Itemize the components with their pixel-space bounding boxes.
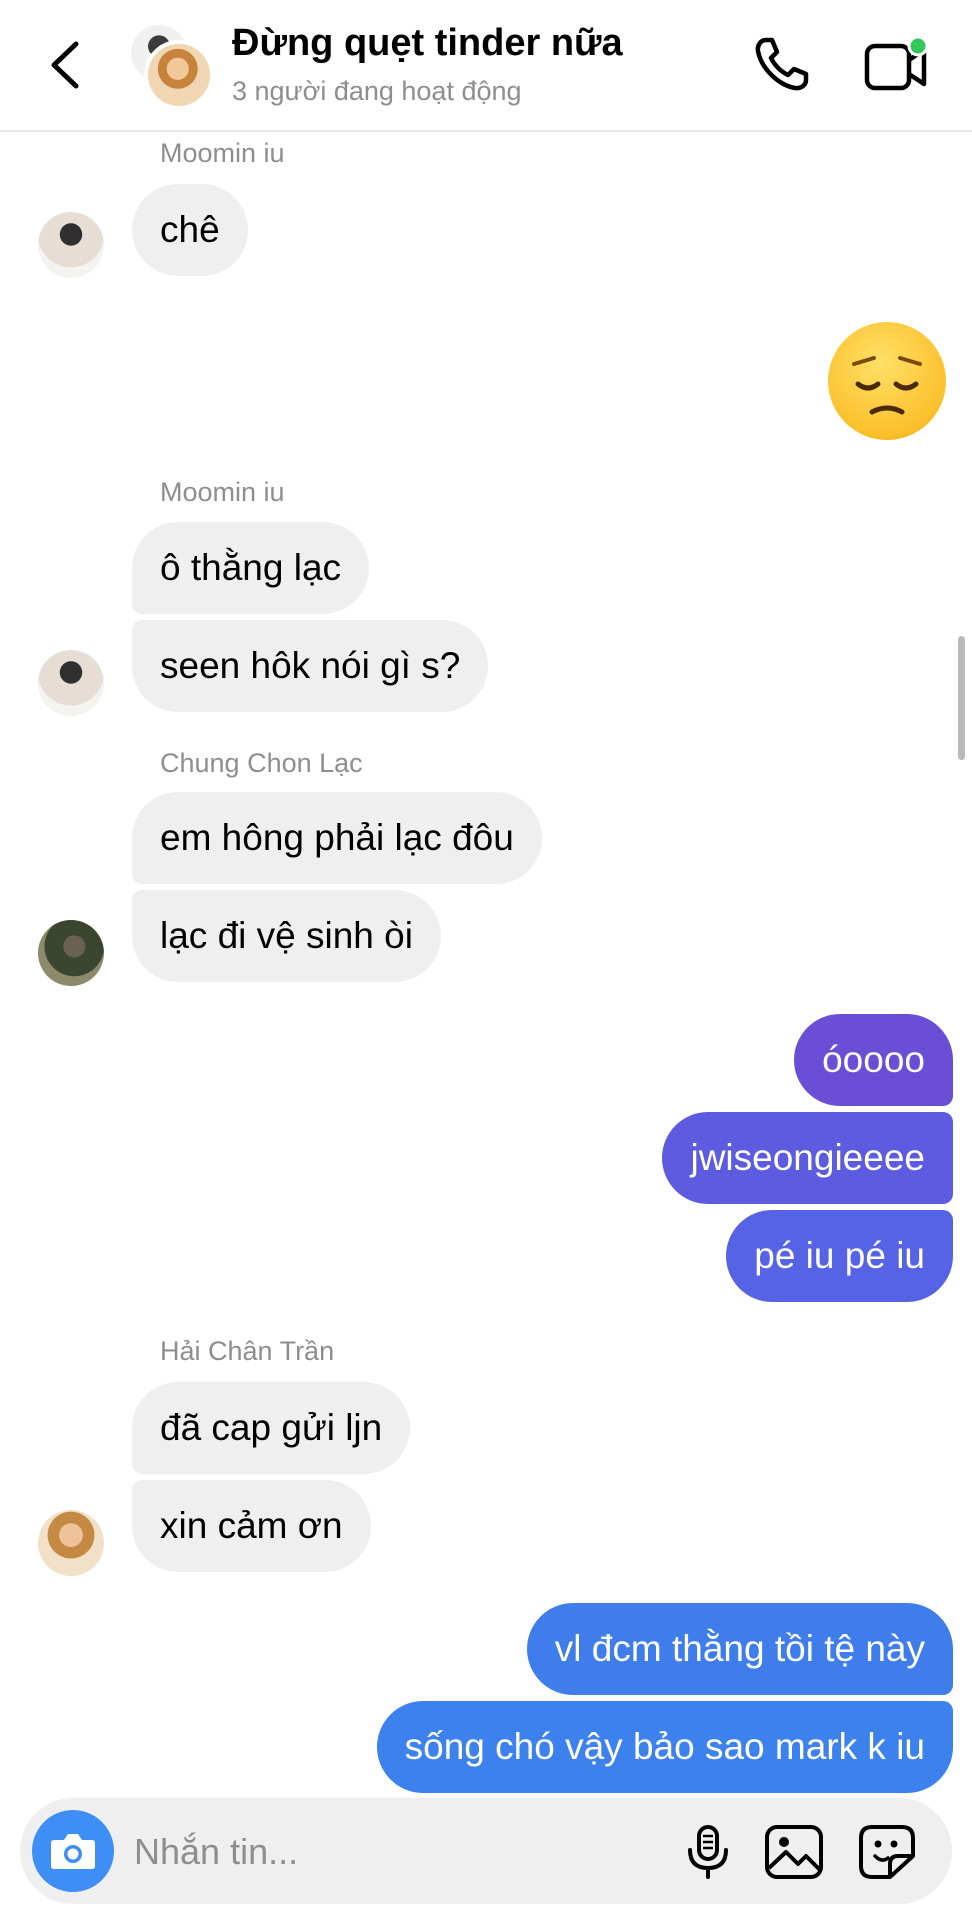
voice-call-button[interactable] [752, 36, 810, 94]
chat-header: Đừng quẹt tinder nữa 3 người đang hoạt đ… [0, 0, 972, 132]
group-avatar[interactable] [126, 22, 216, 110]
message-bubble[interactable]: em hông phải lạc đôu [132, 792, 542, 884]
sticker-icon [859, 1825, 915, 1879]
active-status: 3 người đang hoạt động [232, 76, 522, 106]
camera-icon [51, 1834, 95, 1869]
message-bubble[interactable]: xin cảm ơn [132, 1480, 371, 1572]
message-bubble[interactable]: lạc đi vệ sinh òi [132, 890, 441, 982]
avatar[interactable] [38, 1510, 104, 1576]
microphone-icon [688, 1825, 728, 1879]
image-icon [765, 1825, 823, 1879]
video-call-button[interactable] [864, 34, 930, 96]
sender-name: Hải Chân Trần [160, 1336, 335, 1366]
voice-message-button[interactable] [680, 1824, 736, 1880]
message-bubble[interactable]: ô thằng lạc [132, 522, 370, 614]
chat-title[interactable]: Đừng quẹt tinder nữa [232, 22, 623, 65]
scrollbar[interactable] [958, 636, 965, 760]
camera-button[interactable] [32, 1810, 114, 1892]
message-input[interactable] [132, 1822, 676, 1882]
sticker-button[interactable] [858, 1824, 916, 1880]
message-bubble[interactable]: đã cap gửi ljn [132, 1382, 411, 1474]
gallery-button[interactable] [764, 1824, 824, 1880]
pensive-face-emoji[interactable] [828, 322, 946, 440]
sender-name: Moomin iu [160, 138, 285, 168]
message-bubble-sent[interactable]: vl đcm thằng tồi tệ này [526, 1603, 953, 1695]
message-bubble-sent[interactable]: óoooo [794, 1014, 953, 1106]
message-bubble-sent[interactable]: pé iu pé iu [726, 1210, 953, 1302]
member-avatar-front [144, 40, 214, 110]
chevron-left-icon [51, 41, 79, 89]
message-composer [20, 1798, 952, 1904]
avatar[interactable] [38, 650, 104, 716]
back-button[interactable] [44, 38, 94, 92]
pensive-face-icon [852, 356, 922, 415]
message-bubble-sent[interactable]: sống chó vậy bảo sao mark k iu [376, 1701, 953, 1793]
message-bubble-sent[interactable]: jwiseongieeee [662, 1112, 953, 1204]
video-camera-icon [864, 35, 929, 91]
avatar[interactable] [38, 920, 104, 986]
phone-icon [755, 37, 809, 91]
sender-name: Chung Chon Lạc [160, 748, 363, 778]
message-bubble[interactable]: chê [132, 184, 248, 276]
avatar[interactable] [38, 212, 104, 278]
message-bubble[interactable]: seen hôk nói gì s? [132, 620, 489, 712]
sender-name: Moomin iu [160, 477, 285, 507]
